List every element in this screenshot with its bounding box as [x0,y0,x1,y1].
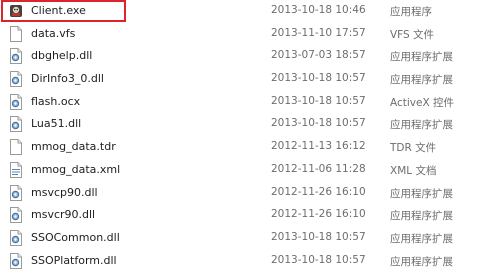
file-modified-date: 2012-11-13 16:12 [271,140,366,153]
file-row[interactable]: dbghelp.dll 2013-07-03 18:57 应用程序扩展 [0,45,500,68]
file-type: 应用程序扩展 [390,187,453,200]
file-list: Client.exe 2013-10-18 10:46 应用程序 data.vfs 20… [0,0,500,272]
file-type: VFS 文件 [390,28,435,41]
file-type: ActiveX 控件 [390,96,455,109]
file-row[interactable]: DirInfo3_0.dll 2013-10-18 10:57 应用程序扩展 [0,68,500,91]
file-type: 应用程序扩展 [390,232,453,245]
file-row[interactable]: mmog_data.tdr 2012-11-13 16:12 TDR 文件 [0,136,500,159]
file-modified-date: 2013-10-18 10:57 [271,94,366,107]
file-row[interactable]: msvcr90.dll 2012-11-26 16:10 应用程序扩展 [0,204,500,227]
file-row[interactable]: SSOPlatform.dll 2013-10-18 10:57 应用程序扩展 [0,250,500,272]
file-type: 应用程序扩展 [390,51,453,64]
file-row[interactable]: Lua51.dll 2013-10-18 10:57 应用程序扩展 [0,113,500,136]
file-row[interactable]: msvcp90.dll 2012-11-26 16:10 应用程序扩展 [0,182,500,205]
dll-gear-icon [9,71,23,88]
file-name[interactable]: DirInfo3_0.dll [31,72,104,85]
file-type: 应用程序扩展 [390,210,453,223]
file-name[interactable]: dbghelp.dll [31,49,92,62]
highlight-box [1,0,126,22]
file-type: XML 文档 [390,164,437,177]
dll-gear-icon [9,229,23,246]
file-row[interactable]: data.vfs 2013-11-10 17:57 VFS 文件 [0,23,500,46]
file-name[interactable]: flash.ocx [31,95,80,108]
dll-gear-icon [9,93,23,110]
dll-gear-icon [9,48,23,65]
file-name[interactable]: Lua51.dll [31,117,81,130]
file-name[interactable]: SSOCommon.dll [31,231,120,244]
file-modified-date: 2012-11-26 16:10 [271,185,366,198]
file-modified-date: 2013-11-10 17:57 [271,26,366,39]
file-modified-date: 2013-10-18 10:46 [271,4,366,16]
file-row[interactable]: SSOCommon.dll 2013-10-18 10:57 应用程序扩展 [0,227,500,250]
file-modified-date: 2013-10-18 10:57 [271,72,366,85]
file-modified-date: 2013-10-18 10:57 [271,230,366,243]
file-type: 应用程序扩展 [390,74,453,87]
dll-gear-icon [9,207,23,224]
file-name[interactable]: msvcp90.dll [31,186,98,199]
file-type: 应用程序扩展 [390,119,453,132]
dll-gear-icon [9,116,23,133]
file-modified-date: 2013-10-18 10:57 [271,117,366,130]
file-name[interactable]: msvcr90.dll [31,208,95,221]
file-name[interactable]: data.vfs [31,27,75,40]
dll-gear-icon [9,252,23,269]
file-modified-date: 2013-10-18 10:57 [271,253,366,266]
file-row[interactable]: mmog_data.xml 2012-11-06 11:28 XML 文档 [0,159,500,182]
dll-gear-icon [9,184,23,201]
file-row[interactable]: flash.ocx 2013-10-18 10:57 ActiveX 控件 [0,91,500,114]
blank-file-icon [9,25,23,42]
blank-file-icon [9,139,23,156]
file-modified-date: 2013-07-03 18:57 [271,49,366,62]
xml-doc-icon [9,161,23,178]
file-modified-date: 2012-11-26 16:10 [271,208,366,221]
file-type: TDR 文件 [390,142,437,155]
file-type: 应用程序 [390,6,432,18]
file-name[interactable]: mmog_data.xml [31,163,120,176]
file-modified-date: 2012-11-06 11:28 [271,162,366,175]
file-name[interactable]: mmog_data.tdr [31,140,116,153]
